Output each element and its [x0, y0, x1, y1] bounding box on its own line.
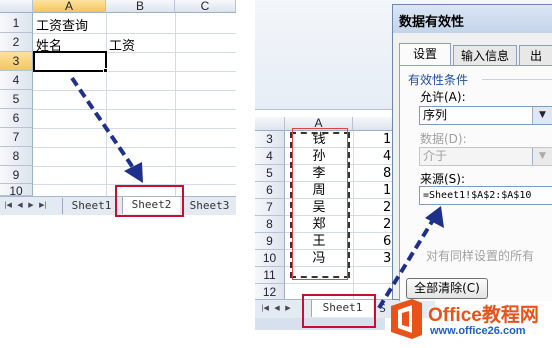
- validation-criteria-label: 有效性条件: [408, 73, 469, 87]
- column-header-b[interactable]: [353, 117, 393, 131]
- tab-settings[interactable]: 设置: [399, 43, 451, 65]
- row-header-4[interactable]: 4: [255, 148, 285, 165]
- pointer-arrow-left: [70, 76, 143, 183]
- data-value: 介于: [423, 149, 448, 163]
- tab-input-message[interactable]: 输入信息: [453, 45, 517, 66]
- dialog-title: 数据有效性: [399, 15, 465, 30]
- chevron-down-icon[interactable]: ▼: [532, 107, 552, 124]
- value-cell[interactable]: 1: [383, 131, 391, 148]
- allow-value: 序列: [423, 108, 448, 122]
- section-divider: [482, 79, 552, 80]
- office-logo-watermark: Office教程网 www.office26.com: [384, 296, 552, 348]
- row-header-3[interactable]: 3: [255, 131, 285, 148]
- select-all-corner[interactable]: [255, 117, 285, 131]
- brand-text: Office教程网: [428, 305, 539, 326]
- tab-error-alert[interactable]: 出: [519, 45, 552, 66]
- brand-url: www.office26.com: [430, 325, 526, 337]
- chevron-down-icon[interactable]: ▼: [532, 148, 552, 165]
- allow-label: 允许(A):: [420, 90, 466, 104]
- data-label: 数据(D):: [420, 132, 467, 146]
- dialog-title-bar[interactable]: 数据有效性: [393, 5, 552, 33]
- office-logo-icon: [391, 299, 422, 339]
- value-cell[interactable]: 4: [383, 148, 391, 165]
- allow-dropdown[interactable]: 序列 ▼: [419, 106, 552, 125]
- data-dropdown[interactable]: 介于 ▼: [419, 147, 552, 166]
